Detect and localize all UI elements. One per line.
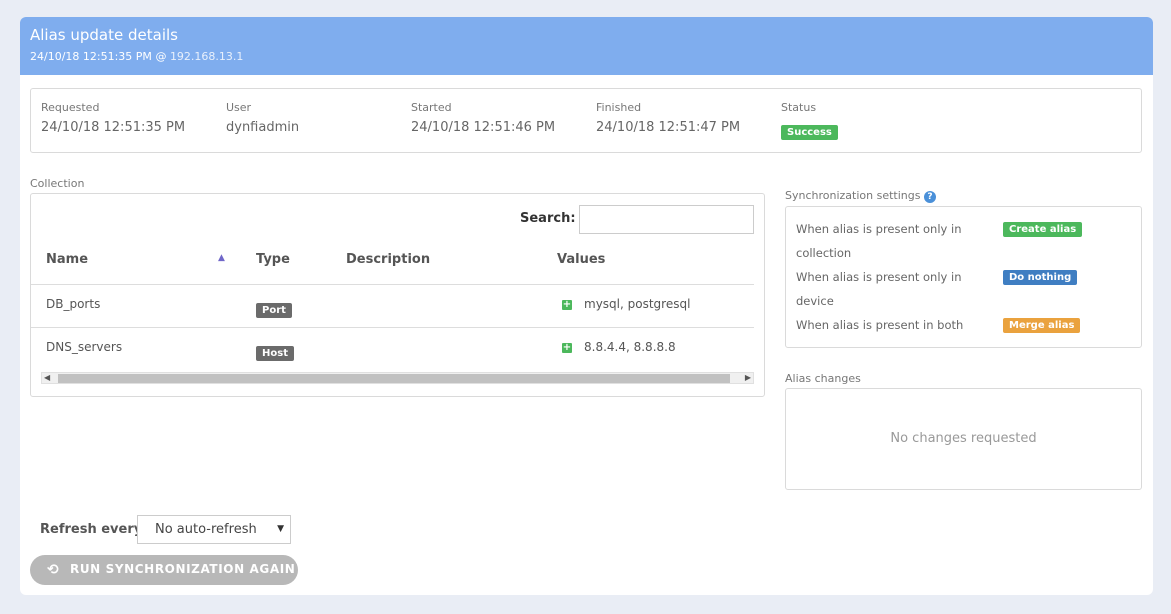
alias-update-panel: Alias update details 24/10/18 12:51:35 P… xyxy=(20,17,1153,595)
row-name: DNS_servers xyxy=(46,340,123,354)
refresh-select[interactable]: No auto-refresh ▼ xyxy=(137,515,291,544)
column-header-name[interactable]: Name xyxy=(46,252,88,267)
user-value: dynfiadmin xyxy=(226,120,300,135)
summary-finished: Finished 24/10/18 12:51:47 PM xyxy=(596,101,740,135)
alias-changes-box: No changes requested xyxy=(785,388,1142,490)
row-divider xyxy=(31,327,754,328)
sync-settings-box: When alias is present only in collection… xyxy=(785,206,1142,348)
user-label: User xyxy=(226,101,252,114)
scrollbar-thumb[interactable] xyxy=(58,374,730,383)
sync-settings-label: Synchronization settings ? xyxy=(785,189,936,203)
search-label: Search: xyxy=(520,211,576,226)
summary-status: Status Success xyxy=(781,101,838,140)
create-alias-badge: Create alias xyxy=(1003,222,1083,237)
panel-header: Alias update details 24/10/18 12:51:35 P… xyxy=(20,17,1153,75)
summary-started: Started 24/10/18 12:51:46 PM xyxy=(411,101,555,135)
search-input[interactable] xyxy=(579,205,754,234)
sync-row-text: When alias is present in both xyxy=(796,318,964,332)
page-title: Alias update details xyxy=(30,26,178,44)
row-values: mysql, postgresql xyxy=(584,297,691,311)
type-badge: Host xyxy=(256,346,294,361)
header-at: @ xyxy=(155,50,167,63)
no-changes-text: No changes requested xyxy=(890,431,1037,446)
header-divider xyxy=(31,284,754,285)
refresh-selected-value: No auto-refresh xyxy=(155,522,257,537)
alias-changes-label: Alias changes xyxy=(785,372,861,385)
type-badge: Port xyxy=(256,303,292,318)
sync-icon: ⟲ xyxy=(47,562,60,578)
run-synchronization-button[interactable]: ⟲ RUN SYNCHRONIZATION AGAIN xyxy=(30,555,298,585)
column-header-values[interactable]: Values xyxy=(557,252,605,267)
requested-label: Requested xyxy=(41,101,100,114)
column-header-description[interactable]: Description xyxy=(346,252,430,267)
status-badge: Success xyxy=(781,125,838,140)
scroll-left-icon[interactable]: ◀ xyxy=(44,373,50,383)
help-icon[interactable]: ? xyxy=(923,191,936,203)
column-header-type[interactable]: Type xyxy=(256,252,290,267)
run-button-label: RUN SYNCHRONIZATION AGAIN xyxy=(70,562,296,576)
header-subtitle: 24/10/18 12:51:35 PM @ 192.168.13.1 xyxy=(30,50,1143,63)
started-value: 24/10/18 12:51:46 PM xyxy=(411,120,556,135)
finished-label: Finished xyxy=(596,101,642,114)
sync-row-text: When alias is present only in device xyxy=(796,270,962,308)
collection-table-box: Search: Name ▲ Type Description Values D… xyxy=(30,193,765,397)
sync-settings-title: Synchronization settings xyxy=(785,189,921,202)
status-label: Status xyxy=(781,101,817,114)
merge-alias-badge: Merge alias xyxy=(1003,318,1081,333)
scroll-right-icon[interactable]: ▶ xyxy=(745,373,751,383)
summary-requested: Requested 24/10/18 12:51:35 PM xyxy=(41,101,185,135)
sync-row-text: When alias is present only in collection xyxy=(796,222,962,260)
requested-value: 24/10/18 12:51:35 PM xyxy=(41,120,186,135)
finished-value: 24/10/18 12:51:47 PM xyxy=(596,120,741,135)
expand-plus-icon[interactable]: + xyxy=(562,343,572,353)
row-values: 8.8.4.4, 8.8.8.8 xyxy=(584,340,676,354)
collection-label: Collection xyxy=(30,177,85,190)
horizontal-scrollbar[interactable]: ◀ ▶ xyxy=(41,372,754,384)
row-name: DB_ports xyxy=(46,297,101,311)
do-nothing-badge: Do nothing xyxy=(1003,270,1078,285)
header-ip: 192.168.13.1 xyxy=(169,50,244,63)
refresh-label: Refresh every xyxy=(40,522,143,537)
started-label: Started xyxy=(411,101,452,114)
dropdown-caret-icon: ▼ xyxy=(277,524,284,534)
header-timestamp: 24/10/18 12:51:35 PM xyxy=(30,50,152,63)
summary-user: User dynfiadmin xyxy=(226,101,299,135)
sort-ascending-icon[interactable]: ▲ xyxy=(218,253,225,263)
summary-box: Requested 24/10/18 12:51:35 PM User dynf… xyxy=(30,88,1142,153)
expand-plus-icon[interactable]: + xyxy=(562,300,572,310)
